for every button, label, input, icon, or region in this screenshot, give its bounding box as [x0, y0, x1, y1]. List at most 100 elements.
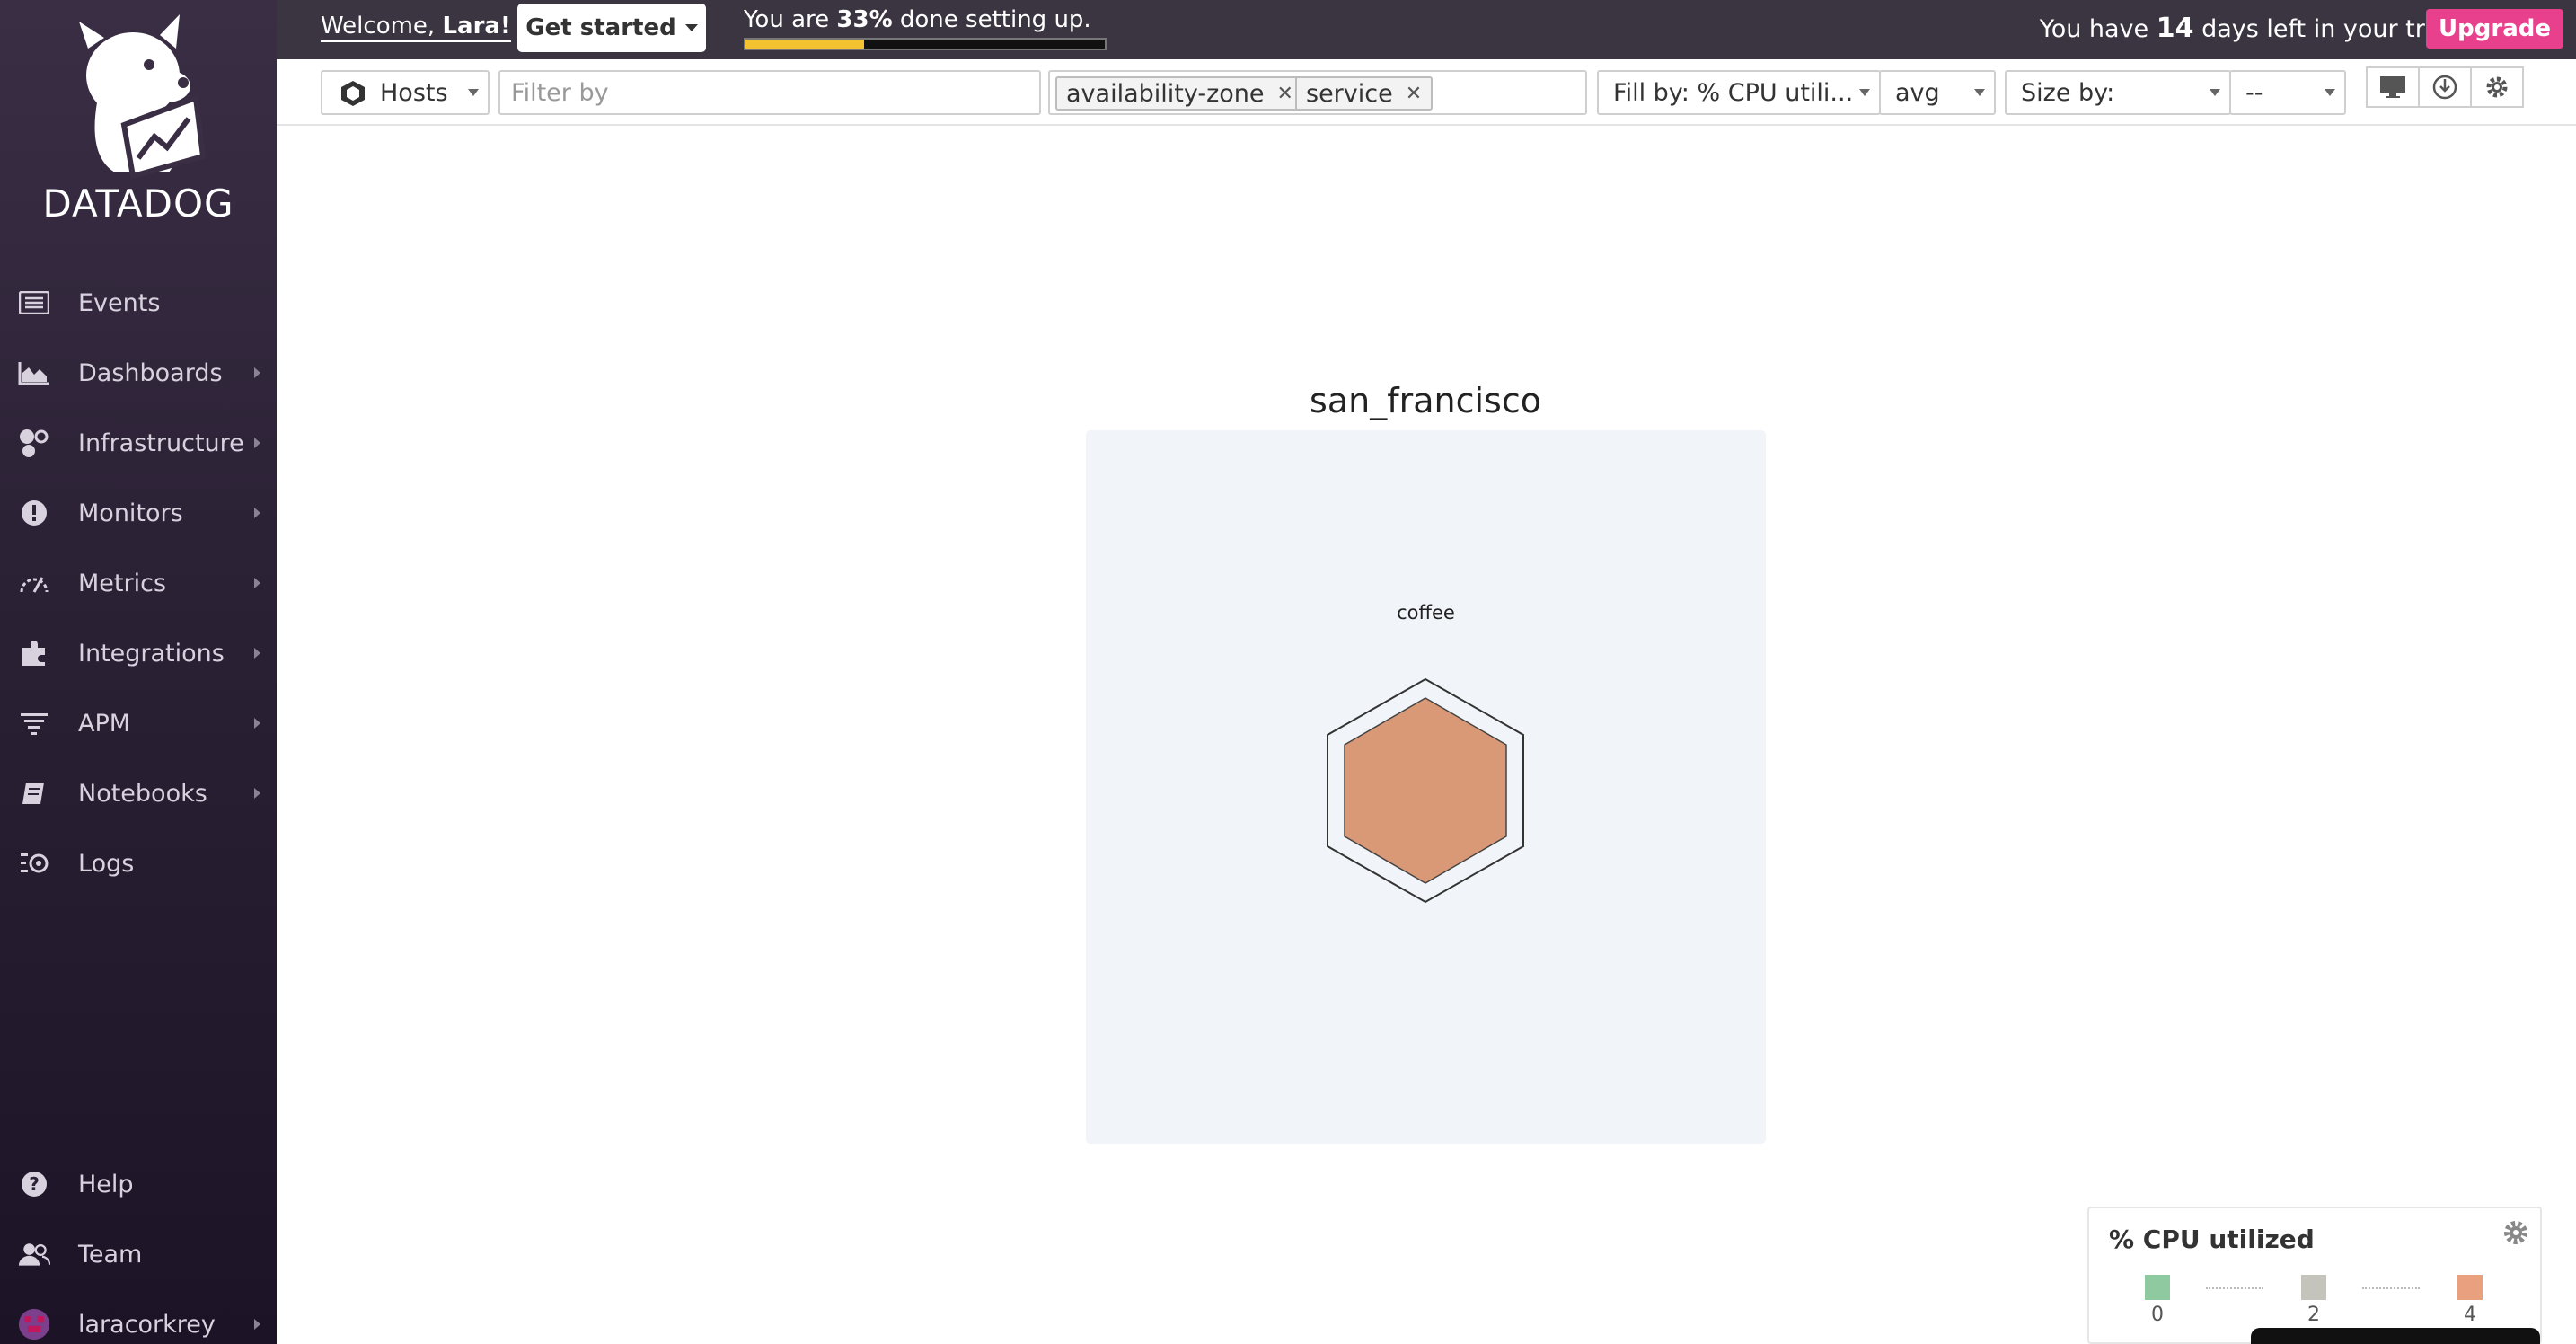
- fill-by-value: Fill by: % CPU utili...: [1613, 78, 1854, 107]
- hexagons-icon: [18, 427, 50, 459]
- color-legend: % CPU utilized 0 2 4: [2087, 1207, 2542, 1344]
- legend-swatch-mid: [2301, 1275, 2326, 1300]
- aggregation-select[interactable]: avg: [1879, 70, 1996, 115]
- tag-pill-availability-zone: availability-zone ✕: [1055, 76, 1304, 111]
- legend-gradient-dots: [2206, 1287, 2263, 1289]
- tv-mode-button[interactable]: [2366, 66, 2420, 108]
- monitor-icon: [2380, 76, 2405, 98]
- get-started-button[interactable]: Get started: [517, 4, 706, 52]
- caret-down-icon: [684, 24, 698, 31]
- legend-tick: 4: [2464, 1304, 2476, 1326]
- upgrade-button[interactable]: Upgrade: [2426, 9, 2563, 49]
- chevron-right-icon: [254, 648, 260, 659]
- welcome-link[interactable]: Welcome, Lara!: [321, 13, 511, 42]
- sidebar-item-label: Notebooks: [78, 779, 207, 808]
- group-title: san_francisco: [1310, 381, 1541, 420]
- filter-placeholder: Filter by: [511, 78, 609, 107]
- welcome-name: Lara!: [442, 13, 511, 40]
- trial-status: You have 14 days left in your trial.: [2040, 13, 2461, 44]
- get-started-label: Get started: [525, 14, 676, 41]
- sidebar-item-integrations[interactable]: Integrations: [0, 622, 277, 685]
- size-by-label: Size by:: [2021, 78, 2115, 107]
- svg-text:?: ?: [29, 1173, 40, 1195]
- group-by-tags-input[interactable]: availability-zone ✕ service ✕: [1048, 70, 1587, 115]
- view-select[interactable]: Hosts: [321, 70, 490, 115]
- progress-suffix: done setting up.: [892, 6, 1091, 33]
- sidebar-item-monitors[interactable]: Monitors: [0, 482, 277, 544]
- gear-icon[interactable]: [2502, 1219, 2529, 1250]
- progress-prefix: You are: [744, 6, 837, 33]
- sidebar-item-apm[interactable]: APM: [0, 692, 277, 755]
- fill-by-select[interactable]: Fill by: % CPU utili...: [1597, 70, 1881, 115]
- legend-swatch-high: [2457, 1275, 2483, 1300]
- progress-percent: 33%: [836, 6, 893, 33]
- sidebar-item-notebooks[interactable]: Notebooks: [0, 762, 277, 825]
- chevron-right-icon: [254, 578, 260, 588]
- sidebar-item-label: Integrations: [78, 639, 225, 668]
- top-bar: Welcome, Lara! Get started You are 33% d…: [277, 0, 2576, 59]
- sidebar-item-dashboards[interactable]: Dashboards: [0, 341, 277, 404]
- size-by-value-select[interactable]: --: [2229, 70, 2346, 115]
- caret-down-icon: [2210, 89, 2220, 96]
- sidebar-item-metrics[interactable]: Metrics: [0, 552, 277, 615]
- filter-lines-icon: [18, 707, 50, 739]
- chevron-right-icon: [254, 788, 260, 799]
- sidebar-item-user[interactable]: laracorkrey: [0, 1293, 277, 1344]
- tag-label: service: [1306, 79, 1393, 108]
- list-icon: [18, 287, 50, 319]
- chevron-right-icon: [254, 718, 260, 729]
- setup-progress-bar: [744, 38, 1107, 50]
- logs-icon: [18, 847, 50, 880]
- chevron-right-icon: [254, 508, 260, 518]
- sidebar-item-label: Team: [78, 1240, 143, 1269]
- question-circle-icon: ?: [18, 1168, 50, 1200]
- gauge-icon: [18, 567, 50, 599]
- export-button[interactable]: [2418, 66, 2472, 108]
- remove-tag-icon[interactable]: ✕: [1277, 83, 1293, 105]
- tag-pill-service: service ✕: [1295, 76, 1434, 111]
- puzzle-icon: [18, 637, 50, 669]
- filter-input[interactable]: Filter by: [498, 70, 1041, 115]
- sidebar: DATADOG Events Dashboards Infrastructure…: [0, 0, 277, 1344]
- size-by-value: --: [2245, 78, 2263, 107]
- trial-prefix: You have: [2039, 15, 2157, 43]
- sidebar-item-label: Infrastructure: [78, 429, 244, 457]
- host-hexagon[interactable]: [1324, 676, 1527, 904]
- sidebar-item-help[interactable]: ? Help: [0, 1153, 277, 1216]
- view-select-value: Hosts: [380, 78, 448, 107]
- sidebar-item-label: Events: [78, 288, 161, 317]
- datadog-logo[interactable]: DATADOG: [27, 13, 250, 228]
- settings-button[interactable]: [2470, 66, 2524, 108]
- legend-swatch-low: [2145, 1275, 2170, 1300]
- logo-text: DATADOG: [42, 181, 234, 225]
- remove-tag-icon[interactable]: ✕: [1406, 83, 1422, 105]
- sidebar-item-label: Logs: [78, 849, 135, 878]
- sidebar-item-team[interactable]: Team: [0, 1223, 277, 1286]
- size-by-select[interactable]: Size by:: [2005, 70, 2231, 115]
- users-icon: [18, 1238, 50, 1270]
- bottom-overlay: [2251, 1328, 2540, 1344]
- legend-tick: 2: [2307, 1304, 2320, 1326]
- sidebar-item-label: APM: [78, 709, 131, 738]
- caret-down-icon: [2325, 89, 2335, 96]
- sidebar-item-label: Help: [78, 1170, 134, 1198]
- download-icon: [2432, 75, 2457, 100]
- legend-title: % CPU utilized: [2109, 1225, 2315, 1254]
- hostmap-toolbar: Hosts Filter by availability-zone ✕ serv…: [277, 59, 2576, 126]
- sidebar-item-label: Monitors: [78, 499, 183, 527]
- hexagon-icon: [340, 80, 366, 113]
- setup-progress-fill: [745, 40, 864, 49]
- caret-down-icon: [1974, 89, 1985, 96]
- caret-down-icon: [1859, 89, 1870, 96]
- legend-tick: 0: [2151, 1304, 2164, 1326]
- sidebar-item-infrastructure[interactable]: Infrastructure: [0, 411, 277, 474]
- legend-gradient-dots: [2362, 1287, 2420, 1289]
- host-group-label: coffee: [1397, 602, 1455, 623]
- sidebar-item-logs[interactable]: Logs: [0, 832, 277, 895]
- trial-days: 14: [2156, 13, 2194, 44]
- setup-progress-text: You are 33% done setting up.: [744, 6, 1091, 33]
- sidebar-item-events[interactable]: Events: [0, 271, 277, 334]
- aggregation-value: avg: [1895, 78, 1940, 107]
- alert-circle-icon: [18, 497, 50, 529]
- tag-label: availability-zone: [1066, 79, 1265, 108]
